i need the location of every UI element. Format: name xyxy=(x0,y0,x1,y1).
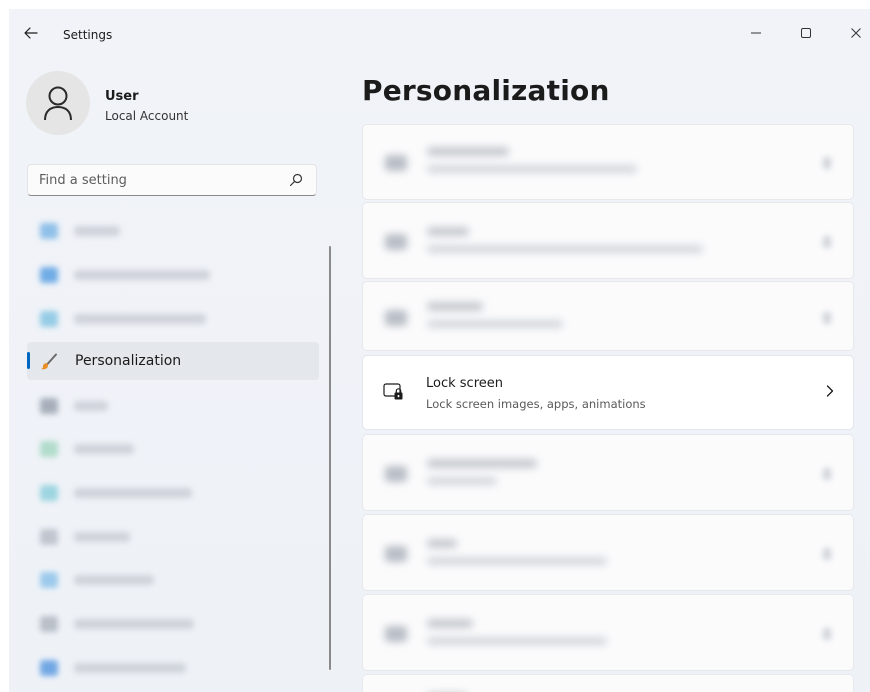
blurred-icon xyxy=(40,267,58,283)
user-name: User xyxy=(105,89,139,104)
sidebar-item[interactable] xyxy=(27,430,319,468)
blurred-title xyxy=(427,147,509,156)
avatar xyxy=(26,71,90,135)
blurred-label xyxy=(74,444,134,454)
lock-screen-description: Lock screen images, apps, animations xyxy=(426,397,646,411)
chevron-right-icon xyxy=(823,548,831,560)
sidebar-item-label: Personalization xyxy=(75,353,182,369)
close-icon xyxy=(851,28,861,38)
blurred-title xyxy=(427,227,469,236)
search-icon[interactable] xyxy=(289,173,303,187)
settings-card[interactable] xyxy=(362,514,854,591)
settings-card[interactable] xyxy=(362,594,854,671)
blurred-icon xyxy=(40,485,58,501)
lock-screen-title: Lock screen xyxy=(426,376,503,391)
person-icon xyxy=(44,86,72,121)
search-placeholder: Find a setting xyxy=(39,172,127,188)
chevron-right-icon xyxy=(823,468,831,480)
blurred-label xyxy=(74,488,192,498)
settings-card[interactable] xyxy=(362,281,854,351)
sidebar-item[interactable] xyxy=(27,649,319,687)
sidebar-item[interactable] xyxy=(27,256,319,294)
blurred-label xyxy=(74,226,120,236)
blurred-title xyxy=(427,619,473,628)
chevron-right-icon xyxy=(826,385,834,397)
settings-window: Settings User Local Account Find a setti… xyxy=(9,9,870,692)
chevron-right-icon xyxy=(823,157,831,169)
app-title: Settings xyxy=(63,28,113,42)
settings-card[interactable] xyxy=(362,124,854,200)
lock-screen-card[interactable]: Lock screen Lock screen images, apps, an… xyxy=(362,355,854,430)
blurred-icon xyxy=(385,310,407,326)
blurred-icon xyxy=(385,546,407,562)
blurred-icon xyxy=(40,398,58,414)
sidebar-item[interactable] xyxy=(27,300,319,338)
blurred-description xyxy=(427,245,703,253)
blurred-icon xyxy=(385,234,407,250)
sidebar-item[interactable] xyxy=(27,518,319,556)
search-input[interactable]: Find a setting xyxy=(27,164,317,196)
blurred-title xyxy=(427,459,537,468)
sidebar-item-personalization[interactable]: Personalization xyxy=(27,342,319,380)
blurred-icon xyxy=(385,155,407,171)
chevron-right-icon xyxy=(823,236,831,248)
blurred-icon xyxy=(40,311,58,327)
blurred-description xyxy=(427,477,497,485)
minimize-icon xyxy=(751,32,761,34)
blurred-title xyxy=(427,539,457,548)
account-type: Local Account xyxy=(105,109,189,123)
blurred-icon xyxy=(40,529,58,545)
title-bar: Settings xyxy=(9,9,870,59)
minimize-button[interactable] xyxy=(741,18,771,48)
back-button[interactable] xyxy=(21,23,41,43)
blurred-description xyxy=(427,637,607,645)
chevron-right-icon xyxy=(823,628,831,640)
blurred-label xyxy=(74,270,210,280)
page-title: Personalization xyxy=(362,74,610,107)
settings-card[interactable] xyxy=(362,674,854,692)
sidebar-item[interactable] xyxy=(27,474,319,512)
chevron-right-icon xyxy=(823,312,831,324)
close-button[interactable] xyxy=(841,18,870,48)
blurred-label xyxy=(74,401,108,411)
blurred-description xyxy=(427,320,563,328)
blurred-icon xyxy=(40,660,58,676)
blurred-icon xyxy=(40,572,58,588)
sidebar-item[interactable] xyxy=(27,561,319,599)
maximize-icon xyxy=(801,28,811,38)
blurred-icon xyxy=(40,616,58,632)
settings-card[interactable] xyxy=(362,434,854,511)
blurred-label xyxy=(74,619,194,629)
blurred-description xyxy=(427,557,607,565)
active-indicator xyxy=(27,352,30,369)
blurred-description xyxy=(427,165,637,173)
blurred-icon xyxy=(385,626,407,642)
settings-card[interactable] xyxy=(362,202,854,279)
blurred-title xyxy=(427,302,483,311)
blurred-label xyxy=(74,314,206,324)
paintbrush-icon xyxy=(41,353,57,370)
blurred-label xyxy=(74,532,130,542)
blurred-label xyxy=(74,663,186,673)
blurred-icon xyxy=(385,466,407,482)
lock-screen-icon xyxy=(383,383,403,400)
sidebar-scrollbar[interactable] xyxy=(329,246,331,670)
blurred-label xyxy=(74,575,154,585)
sidebar-item[interactable] xyxy=(27,387,319,425)
blurred-icon xyxy=(40,223,58,239)
sidebar-item[interactable] xyxy=(27,212,319,250)
maximize-button[interactable] xyxy=(791,18,821,48)
back-arrow-icon xyxy=(24,27,38,39)
blurred-icon xyxy=(40,441,58,457)
sidebar-item[interactable] xyxy=(27,605,319,643)
